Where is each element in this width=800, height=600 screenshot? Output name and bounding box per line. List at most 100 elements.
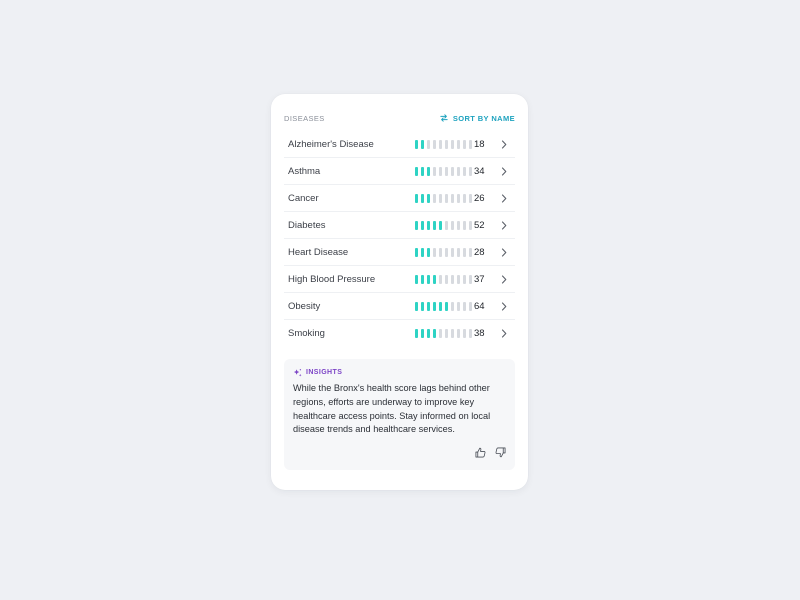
thumbs-down-icon[interactable] [495,447,506,458]
score-segment-filled [427,220,430,230]
score-segment-filled [415,301,418,311]
score-segment-filled [433,220,436,230]
score-segment-filled [415,220,418,230]
chevron-right-icon[interactable] [501,274,507,284]
score-segment-empty [469,193,472,203]
disease-row[interactable]: Obesity 64 [284,293,515,320]
score-segment-empty [451,166,454,176]
score-segment-empty [469,329,472,338]
score-segment-filled [427,329,430,338]
score-segment-empty [445,274,448,284]
score-segment-empty [451,301,454,311]
score-segment-empty [463,329,466,338]
score-segment-empty [469,247,472,257]
disease-row[interactable]: Asthma 34 [284,158,515,185]
score-segment-empty [457,220,460,230]
disease-row[interactable]: Alzheimer's Disease 18 [284,131,515,158]
score-segment-filled [421,193,424,203]
score-segment-empty [463,193,466,203]
disease-name: Alzheimer's Disease [288,138,374,150]
score-bar [415,247,472,257]
disease-score: 18 [474,138,485,150]
chevron-right-icon[interactable] [501,193,507,203]
disease-score: 37 [474,273,485,285]
score-segment-empty [433,166,436,176]
disease-row[interactable]: Heart Disease 28 [284,239,515,266]
score-bar [415,139,472,149]
disease-score: 26 [474,192,485,204]
insights-header: INSIGHTS [293,368,342,377]
score-segment-empty [463,220,466,230]
score-segment-empty [445,329,448,338]
score-segment-empty [463,166,466,176]
score-segment-empty [445,139,448,149]
disease-row[interactable]: Cancer 26 [284,185,515,212]
score-segment-empty [445,193,448,203]
score-segment-empty [463,301,466,311]
disease-name: Smoking [288,328,325,339]
score-segment-filled [421,166,424,176]
score-segment-empty [463,274,466,284]
score-segment-empty [439,329,442,338]
section-title: DISEASES [284,113,325,123]
disease-name: Cancer [288,192,319,204]
score-segment-filled [433,329,436,338]
sort-arrows-icon [440,114,448,122]
score-segment-empty [433,193,436,203]
chevron-right-icon[interactable] [501,301,507,311]
chevron-right-icon[interactable] [501,139,507,149]
score-segment-filled [433,274,436,284]
diseases-card: DISEASES SORT BY NAME Alzheimer's Diseas… [271,94,528,490]
score-segment-filled [427,301,430,311]
score-segment-filled [415,139,418,149]
score-segment-filled [415,166,418,176]
score-segment-filled [439,301,442,311]
disease-score: 28 [474,246,485,258]
score-segment-empty [439,247,442,257]
score-segment-filled [427,166,430,176]
score-segment-filled [415,329,418,338]
score-segment-empty [439,139,442,149]
score-segment-empty [457,193,460,203]
score-segment-empty [427,139,430,149]
disease-name: Asthma [288,165,321,177]
score-segment-empty [469,139,472,149]
score-segment-empty [469,274,472,284]
disease-name: Heart Disease [288,246,349,258]
disease-score: 52 [474,219,485,231]
disease-score: 64 [474,300,485,312]
score-segment-filled [415,247,418,257]
thumbs-up-icon[interactable] [475,447,486,458]
insights-title: INSIGHTS [306,369,343,376]
disease-score: 34 [474,165,485,177]
score-segment-empty [463,247,466,257]
score-segment-filled [421,329,424,338]
score-bar [415,274,472,284]
score-bar [415,193,472,203]
score-segment-filled [421,220,424,230]
score-segment-empty [445,166,448,176]
insights-text: While the Bronx's health score lags behi… [293,383,491,435]
score-segment-filled [433,301,436,311]
chevron-right-icon[interactable] [501,166,507,176]
score-segment-empty [451,193,454,203]
score-segment-empty [457,329,460,338]
score-segment-empty [451,139,454,149]
disease-row[interactable]: Smoking 38 [284,320,515,347]
score-bar [415,301,472,311]
score-segment-empty [451,329,454,338]
score-segment-empty [451,220,454,230]
score-segment-empty [451,247,454,257]
score-segment-filled [421,139,424,149]
chevron-right-icon[interactable] [501,220,507,230]
chevron-right-icon[interactable] [501,247,507,257]
score-segment-filled [439,220,442,230]
score-segment-empty [439,274,442,284]
score-segment-filled [427,193,430,203]
sort-by-name-button[interactable]: SORT BY NAME [440,114,515,123]
disease-score: 38 [474,328,485,339]
disease-row[interactable]: High Blood Pressure 37 [284,266,515,293]
chevron-right-icon[interactable] [501,329,507,338]
disease-row[interactable]: Diabetes 52 [284,212,515,239]
score-segment-filled [421,247,424,257]
